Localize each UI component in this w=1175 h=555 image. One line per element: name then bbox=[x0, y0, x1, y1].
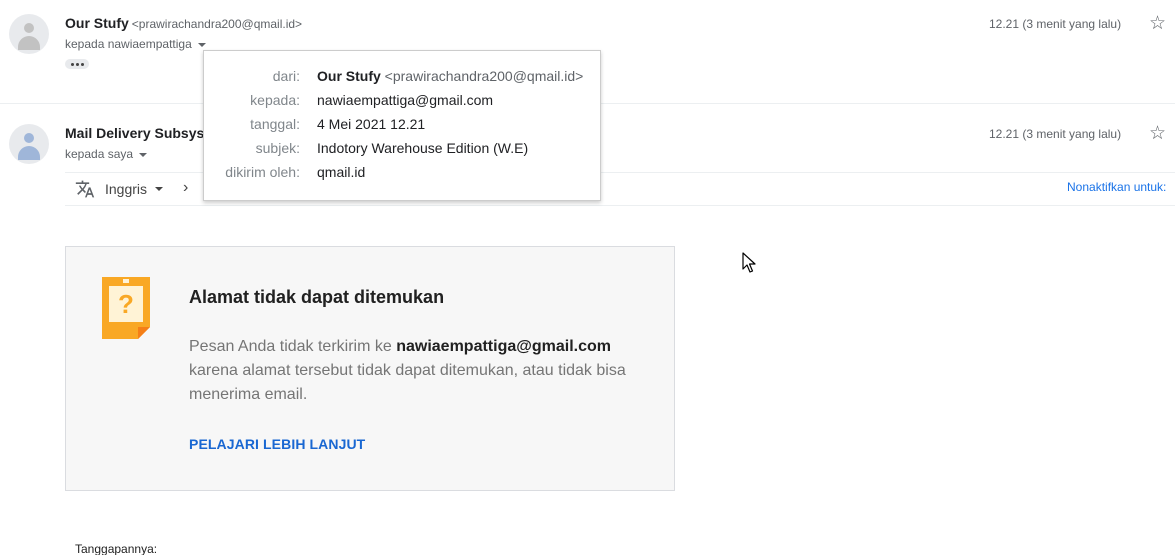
message1-sender[interactable]: Our Stufy <prawirachandra200@qmail.id> bbox=[65, 15, 302, 31]
details-subject-value: Indotory Warehouse Edition (W.E) bbox=[317, 140, 529, 156]
details-date-label: tanggal: bbox=[250, 116, 300, 132]
message1-time: 12.21 (3 menit yang lalu) bbox=[989, 17, 1122, 31]
details-sentby-value: qmail.id bbox=[317, 164, 366, 180]
sender-avatar[interactable] bbox=[9, 14, 49, 54]
bounce-message: Pesan Anda tidak terkirim ke nawiaempatt… bbox=[189, 335, 649, 407]
chevron-right-icon[interactable]: › bbox=[183, 179, 188, 197]
translate-language-select[interactable]: Inggris bbox=[75, 179, 164, 199]
details-from-value: Our Stufy <prawirachandra200@qmail.id> bbox=[317, 67, 583, 85]
source-language-label: Inggris bbox=[105, 181, 148, 197]
learn-more-link[interactable]: PELAJARI LEBIH LANJUT bbox=[189, 436, 365, 452]
avatar-body bbox=[18, 36, 40, 50]
message2-sender[interactable]: Mail Delivery Subsyst bbox=[65, 125, 209, 141]
response-label: Tanggapannya: bbox=[75, 542, 158, 555]
avatar-body bbox=[18, 146, 40, 160]
avatar-head bbox=[24, 133, 34, 143]
star-icon[interactable]: ☆ bbox=[1149, 124, 1166, 143]
question-note-icon: ? bbox=[102, 277, 150, 339]
sender-avatar[interactable] bbox=[9, 124, 49, 164]
show-details-caret-icon[interactable] bbox=[139, 152, 148, 157]
avatar-head bbox=[24, 23, 34, 33]
star-icon[interactable]: ☆ bbox=[1149, 14, 1166, 33]
mouse-cursor-icon bbox=[742, 252, 756, 273]
translate-icon bbox=[75, 180, 95, 198]
bounce-message-prefix: Pesan Anda tidak terkirim ke bbox=[189, 338, 392, 355]
sender-email: <prawirachandra200@qmail.id> bbox=[131, 17, 303, 31]
bounce-recipient: nawiaempattiga@gmail.com bbox=[396, 338, 611, 355]
svg-text:?: ? bbox=[118, 289, 134, 319]
details-from-name: Our Stufy bbox=[317, 68, 381, 84]
details-to-value: nawiaempattiga@gmail.com bbox=[317, 92, 494, 108]
details-from-label: dari: bbox=[272, 68, 300, 84]
bounce-title: Alamat tidak dapat ditemukan bbox=[189, 287, 445, 307]
details-to-label: kepada: bbox=[250, 92, 300, 108]
recipients-label: kepada saya bbox=[65, 147, 134, 161]
details-sentby-label: dikirim oleh: bbox=[225, 164, 300, 180]
translate-divider-bottom bbox=[65, 205, 1175, 206]
message2-time: 12.21 (3 menit yang lalu) bbox=[989, 127, 1122, 141]
message1-recipients[interactable]: kepada nawiaempattiga bbox=[65, 37, 206, 51]
disable-translation-link[interactable]: Nonaktifkan untuk: bbox=[1067, 180, 1166, 194]
bounce-message-suffix: karena alamat tersebut tidak dapat ditem… bbox=[189, 362, 626, 403]
recipients-label: kepada nawiaempattiga bbox=[65, 37, 192, 51]
message2-recipients[interactable]: kepada saya bbox=[65, 147, 148, 161]
dropdown-caret-icon bbox=[155, 187, 164, 191]
show-details-caret-icon[interactable] bbox=[197, 42, 206, 47]
show-trimmed-content-button[interactable] bbox=[65, 59, 89, 69]
message-details-popup: dari: Our Stufy <prawirachandra200@qmail… bbox=[203, 50, 601, 201]
details-from-email: <prawirachandra200@qmail.id> bbox=[384, 68, 584, 84]
sender-name: Our Stufy bbox=[65, 15, 129, 31]
details-date-value: 4 Mei 2021 12.21 bbox=[317, 116, 426, 132]
details-subject-label: subjek: bbox=[255, 140, 300, 156]
bounce-notice-card: ? Alamat tidak dapat ditemukan Pesan And… bbox=[65, 246, 675, 491]
